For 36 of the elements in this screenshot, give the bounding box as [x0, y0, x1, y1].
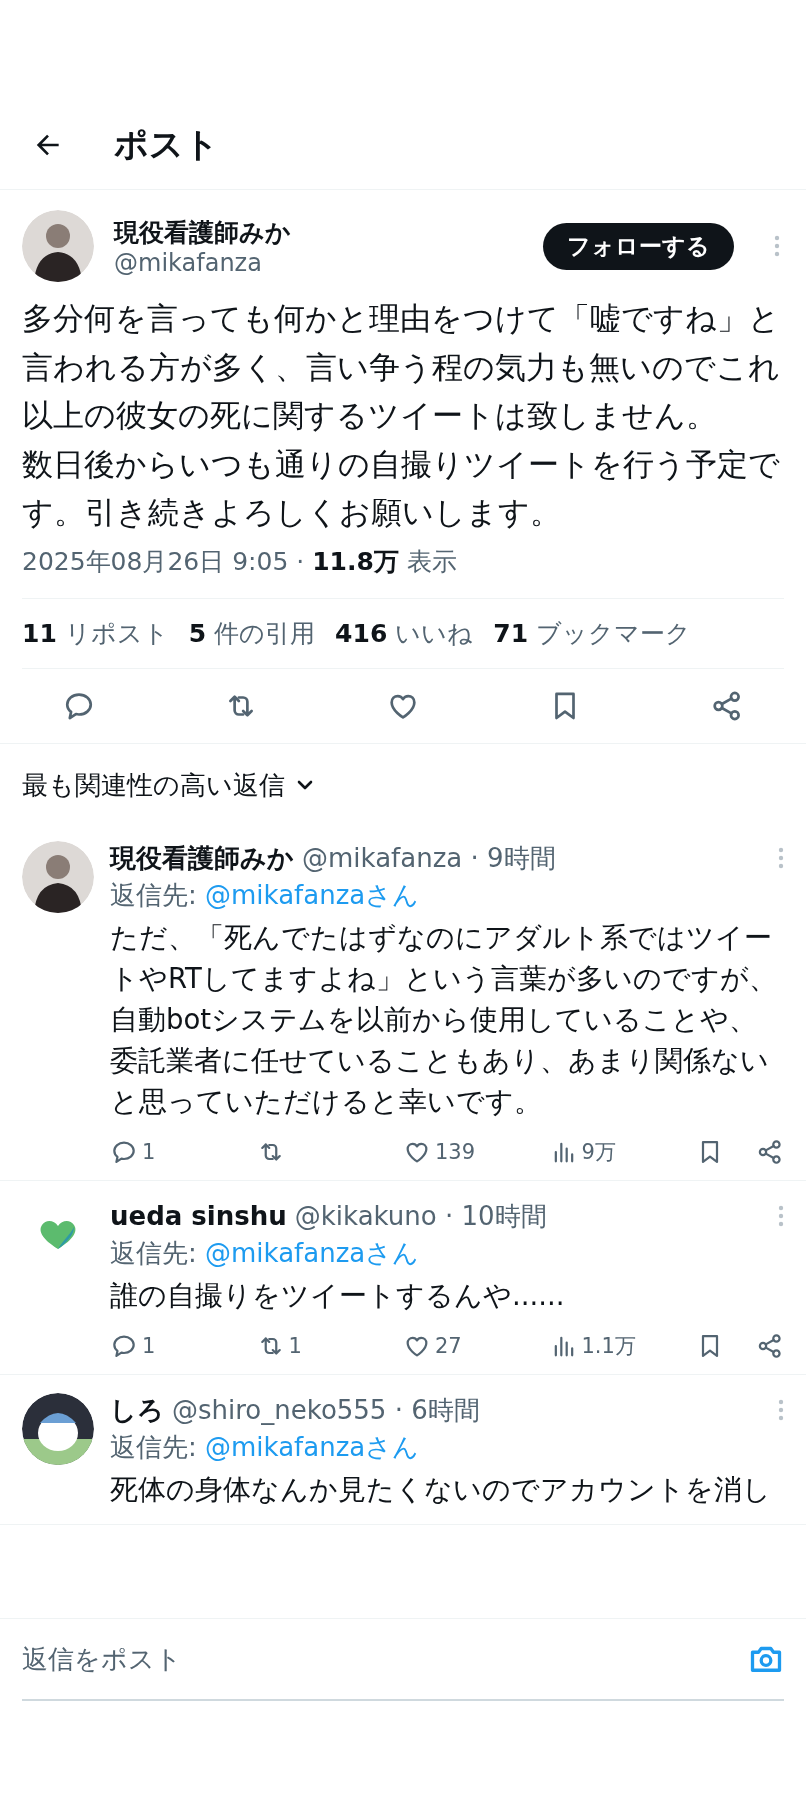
action-count: 1 [142, 1333, 156, 1358]
author-name: しろ [110, 1393, 164, 1427]
post-text: 多分何を言っても何かと理由をつけて「嘘ですね」と言われる方が多く、言い争う程の気力も無いのでこれ以上の彼女の死に関するツイートは致しません。 [22, 299, 781, 435]
post-text: 数日後からいつも通りの自撮りツイートを行う予定です。引き続きよろしくお願いします。 [22, 444, 781, 532]
author-handle-and-time: @mikafanza · 9時間 [302, 841, 557, 875]
action-count: 139 [435, 1139, 476, 1164]
avatar[interactable] [22, 840, 94, 913]
stat-link[interactable]: 5 件の引用 [188, 616, 316, 650]
author-name: ueda sinshu [110, 1201, 287, 1231]
post-timestamp: 2025年08月26日 9:05 · 11.8万 表示 [22, 544, 784, 599]
author-handle-and-time: @kikakuno · 10時間 [294, 1199, 548, 1233]
reply-text: 死体の身体なんか見たくないのでアカウントを消し [110, 1471, 772, 1507]
stat-link[interactable]: 71 ブックマーク [493, 616, 691, 650]
author-name: 現役看護師みか [114, 216, 292, 249]
avatar[interactable] [22, 1392, 94, 1465]
reply-text: ただ、「死んでたはずなのにアダルト系ではツイートやRTしてますよね」という言葉が多いのですが、自動botシステムを以前から使用していることや、委託業者に任せていることもあり、あまり関係ないと思っていただけると幸いです。 [110, 919, 778, 1119]
author-handle-and-time: @shiro_neko555 · 6時間 [172, 1393, 481, 1427]
sort-label[interactable]: 最も関連性の高い返信 [22, 767, 285, 803]
stat-link[interactable]: 416 いいね [335, 616, 474, 650]
action-count: 9万 [581, 1138, 616, 1166]
action-count: 1.1万 [581, 1332, 636, 1360]
reply-to-line: 返信先: @mikafanzaさん [110, 1430, 421, 1464]
reply-text: 誰の自撮りをツイートするんや...... [110, 1277, 566, 1313]
page-title: ポスト [114, 122, 219, 166]
follow-button[interactable]: フォローする [543, 222, 734, 270]
avatar[interactable] [22, 210, 94, 282]
action-count: 1 [288, 1333, 302, 1358]
stat-link[interactable]: 11 リポスト [22, 616, 169, 650]
author-name: 現役看護師みか [110, 841, 294, 875]
action-count: 1 [142, 1139, 156, 1164]
share-icon[interactable] [756, 1137, 784, 1166]
share-icon[interactable] [756, 1331, 784, 1360]
action-count: 27 [435, 1333, 462, 1358]
reply-to-line: 返信先: @mikafanzaさん [110, 878, 421, 912]
author-handle: @mikafanza [114, 248, 263, 277]
reply-to-line: 返信先: @mikafanzaさん [110, 1236, 421, 1270]
